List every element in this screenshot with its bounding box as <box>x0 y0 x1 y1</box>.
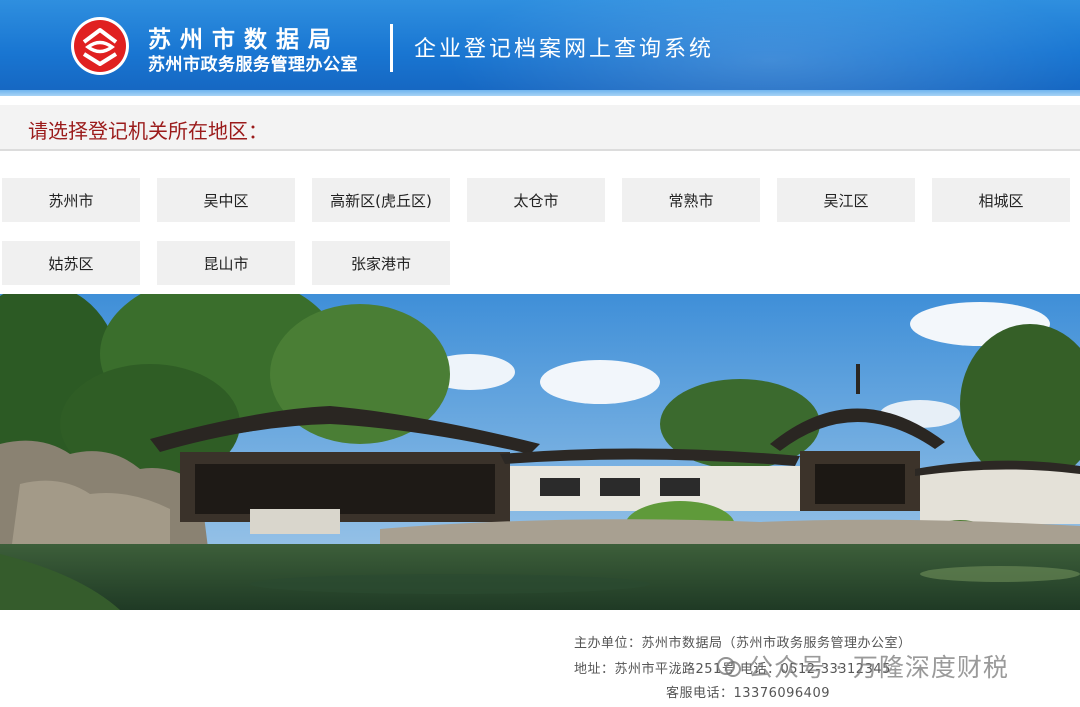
region-button-suzhou[interactable]: 苏州市 <box>2 178 140 222</box>
footer-service-phone: 客服电话：13376096409 <box>666 686 830 701</box>
watermark: 公众号 · 万隆深度财税 <box>716 648 1009 684</box>
garden-scene-illustration <box>0 294 1080 610</box>
region-button-gaoxin[interactable]: 高新区(虎丘区) <box>312 178 450 222</box>
header-divider <box>390 24 393 72</box>
org-subtitle: 苏州市政务服务管理办公室 <box>148 55 358 75</box>
region-section-title: 请选择登记机关所在地区： <box>28 119 268 143</box>
header-banner: 苏州市数据局 苏州市政务服务管理办公室 企业登记档案网上查询系统 <box>0 0 1080 96</box>
watermark-text: 公众号 · 万隆深度财税 <box>748 653 1009 682</box>
wechat-official-account-icon <box>717 657 741 677</box>
system-title: 企业登记档案网上查询系统 <box>414 37 715 62</box>
region-button-zhangjiagang[interactable]: 张家港市 <box>312 241 450 285</box>
org-name: 苏州市数据局 <box>148 27 340 53</box>
region-button-xiangcheng[interactable]: 相城区 <box>932 178 1070 222</box>
region-section-header: 请选择登记机关所在地区： <box>0 105 1080 151</box>
page-footer: 主办单位：苏州市数据局（苏州市政务服务管理办公室） 地址：苏州市平泷路251号 … <box>0 610 1080 707</box>
suzhou-data-bureau-logo-icon <box>71 17 129 75</box>
region-grid: 苏州市 吴中区 高新区(虎丘区) 太仓市 常熟市 吴江区 相城区 姑苏区 昆山市… <box>0 151 1080 294</box>
header-bottom-strip <box>0 90 1080 96</box>
region-button-wujiang[interactable]: 吴江区 <box>777 178 915 222</box>
region-button-gusu[interactable]: 姑苏区 <box>2 241 140 285</box>
region-button-taicang[interactable]: 太仓市 <box>467 178 605 222</box>
region-button-kunshan[interactable]: 昆山市 <box>157 241 295 285</box>
region-button-changshu[interactable]: 常熟市 <box>622 178 760 222</box>
garden-banner-image <box>0 294 1080 610</box>
region-button-wuzhong[interactable]: 吴中区 <box>157 178 295 222</box>
